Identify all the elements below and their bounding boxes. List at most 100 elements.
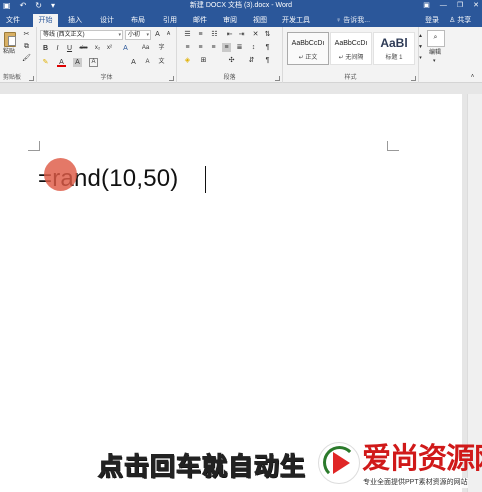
numbering-icon[interactable]: ≡: [196, 30, 205, 39]
phonetic-guide-icon[interactable]: 文: [157, 58, 166, 67]
tell-me-text: ♀ 告诉我...: [336, 17, 371, 24]
play-icon: [333, 452, 350, 474]
paragraph-mark-icon[interactable]: ¶: [263, 56, 272, 65]
text-cursor: [205, 166, 206, 193]
document-page[interactable]: =rand(10,50): [0, 94, 462, 492]
shrink-font-icon[interactable]: A: [164, 30, 173, 39]
highlight-pen-icon[interactable]: ✎: [41, 58, 50, 67]
window-controls: ▣ — ❐ ✕: [423, 1, 479, 11]
tab-insert[interactable]: 插入: [63, 14, 87, 27]
restore-icon[interactable]: ❐: [457, 1, 463, 11]
align-center-icon[interactable]: ≡: [196, 43, 205, 52]
tab-view[interactable]: 视图: [248, 14, 272, 27]
font-name-dropdown[interactable]: 等线 (西文正文) ▾: [40, 30, 123, 40]
font-group-label: 字体: [100, 75, 113, 81]
clipboard-launcher-icon[interactable]: [29, 76, 34, 81]
login-link[interactable]: 登录: [425, 14, 439, 27]
font-color-button[interactable]: A: [57, 58, 66, 67]
underline-button[interactable]: U: [65, 44, 74, 53]
style-name: ↵ 无间隔: [338, 55, 364, 61]
increase-indent-icon[interactable]: ⇥: [237, 30, 246, 39]
group-font: 等线 (西文正文) ▾ 小初 ▾ A A B I U abc x₂ x² A A…: [37, 27, 177, 83]
chevron-down-icon: ▾: [433, 58, 436, 64]
strikethrough-button[interactable]: abc: [77, 44, 90, 53]
style-sample: AaBl: [380, 36, 408, 50]
superscript-button[interactable]: x²: [105, 44, 114, 53]
watermark-logo: 爱尚资源网 专业全面提供PPT素材资源的网站: [318, 440, 482, 492]
group-paragraph: ☰ ≡ ☷ ⇤ ⇥ ✕ ⇅ ≡ ≡ ≡ ≡ ≣ ↕ ¶ ◈ ⊞ ✣ ⇵ ¶ 段落: [177, 27, 283, 83]
ribbon-tabs: 文件 开始 插入 设计 布局 引用 邮件 审阅 视图 开发工具 ♀ 告诉我...…: [0, 12, 482, 27]
style-sample: AaBbCcDı: [334, 40, 368, 47]
chevron-down-icon: ▾: [118, 32, 121, 38]
multilevel-list-icon[interactable]: ☷: [210, 30, 219, 39]
find-icon: ⌕: [433, 34, 438, 41]
cut-icon[interactable]: ✂: [22, 30, 31, 39]
shrink-a-icon[interactable]: A: [143, 58, 152, 67]
copy-icon[interactable]: ⧉: [22, 42, 31, 51]
grow-font-icon[interactable]: A: [153, 30, 162, 39]
grow-a-icon[interactable]: A: [129, 58, 138, 67]
person-icon: ♙: [449, 17, 456, 24]
tell-me-search[interactable]: ♀ 告诉我...: [336, 14, 370, 27]
distributed-icon[interactable]: ≣: [235, 43, 244, 52]
tab-mailings[interactable]: 邮件: [188, 14, 212, 27]
tab-layout[interactable]: 布局: [126, 14, 150, 27]
watermark-name: 爱尚资源网: [362, 441, 482, 475]
enclose-char-button[interactable]: 字: [157, 44, 166, 53]
share-button[interactable]: ♙ 共享: [449, 14, 471, 27]
tab-references[interactable]: 引用: [158, 14, 182, 27]
paragraph-group-label: 段落: [223, 75, 236, 81]
watermark-tagline: 专业全面提供PPT素材资源的网站: [363, 478, 468, 488]
style-sample: AaBbCcDı: [291, 40, 325, 47]
subscript-button[interactable]: x₂: [93, 44, 102, 53]
style-name: ↵ 正文: [298, 55, 318, 61]
share-label: 共享: [457, 17, 472, 24]
paper-icon: [8, 36, 16, 46]
line-spacing-icon[interactable]: ↕: [249, 43, 258, 52]
close-icon[interactable]: ✕: [473, 1, 479, 11]
char-shading-button[interactable]: A: [73, 58, 82, 67]
italic-button[interactable]: I: [53, 44, 62, 53]
vertical-scrollbar[interactable]: [467, 94, 482, 492]
text-effects-icon[interactable]: A: [121, 44, 130, 53]
asian-layout-icon[interactable]: ✣: [227, 56, 236, 65]
font-launcher-icon[interactable]: [169, 76, 174, 81]
paste-button[interactable]: 粘贴: [2, 30, 18, 60]
tab-home[interactable]: 开始: [33, 14, 58, 27]
style-normal[interactable]: AaBbCcDı ↵ 正文: [287, 32, 329, 65]
shading-icon[interactable]: ◈: [183, 56, 192, 65]
format-painter-icon[interactable]: 🖌: [22, 54, 31, 63]
group-clipboard: 粘贴 ✂ ⧉ 🖌 剪贴板: [0, 27, 37, 83]
borders-icon[interactable]: ⊞: [199, 56, 208, 65]
align-left-icon[interactable]: ≡: [183, 43, 192, 52]
style-no-spacing[interactable]: AaBbCcDı ↵ 无间隔: [330, 32, 372, 65]
bullets-icon[interactable]: ☰: [183, 30, 192, 39]
justify-icon[interactable]: ≡: [222, 43, 231, 52]
text-effects-glyph: A: [123, 45, 128, 52]
sort-icon[interactable]: ⇅: [263, 30, 272, 39]
group-editing[interactable]: ⌕ 编辑 ▾: [419, 27, 455, 83]
tab-design[interactable]: 设计: [95, 14, 119, 27]
style-heading-1[interactable]: AaBl 标题 1: [373, 32, 415, 65]
tab-review[interactable]: 审阅: [218, 14, 242, 27]
decrease-indent-icon[interactable]: ⇤: [225, 30, 234, 39]
tab-developer[interactable]: 开发工具: [278, 14, 314, 27]
change-case-button[interactable]: Aa: [141, 44, 150, 53]
minimize-icon[interactable]: —: [440, 1, 447, 11]
char-border-button[interactable]: A: [89, 58, 98, 67]
styles-launcher-icon[interactable]: [411, 76, 416, 81]
ribbon-display-icon[interactable]: ▣: [423, 1, 430, 11]
margin-corner-top-right: [387, 141, 399, 151]
title-bar: ▣ ↶ ↻ ▾ 新建 DOCX 文档 (3).docx - Word ▣ — ❐…: [0, 0, 482, 12]
paragraph-launcher-icon[interactable]: [275, 76, 280, 81]
align-right-icon[interactable]: ≡: [209, 43, 218, 52]
group-styles: AaBbCcDı ↵ 正文 AaBbCcDı ↵ 无间隔 AaBl 标题 1 ▲…: [283, 27, 423, 83]
tab-file[interactable]: 文件: [2, 14, 24, 27]
chinese-layout-icon[interactable]: ✕: [251, 30, 260, 39]
video-subtitle: 点击回车就自动生: [97, 451, 307, 481]
collapse-ribbon-icon[interactable]: ˄: [468, 73, 477, 82]
bold-button[interactable]: B: [41, 44, 50, 53]
font-size-dropdown[interactable]: 小初 ▾: [125, 30, 151, 40]
show-marks-icon[interactable]: ¶: [263, 43, 272, 52]
sort-az-icon[interactable]: ⇵: [247, 56, 256, 65]
